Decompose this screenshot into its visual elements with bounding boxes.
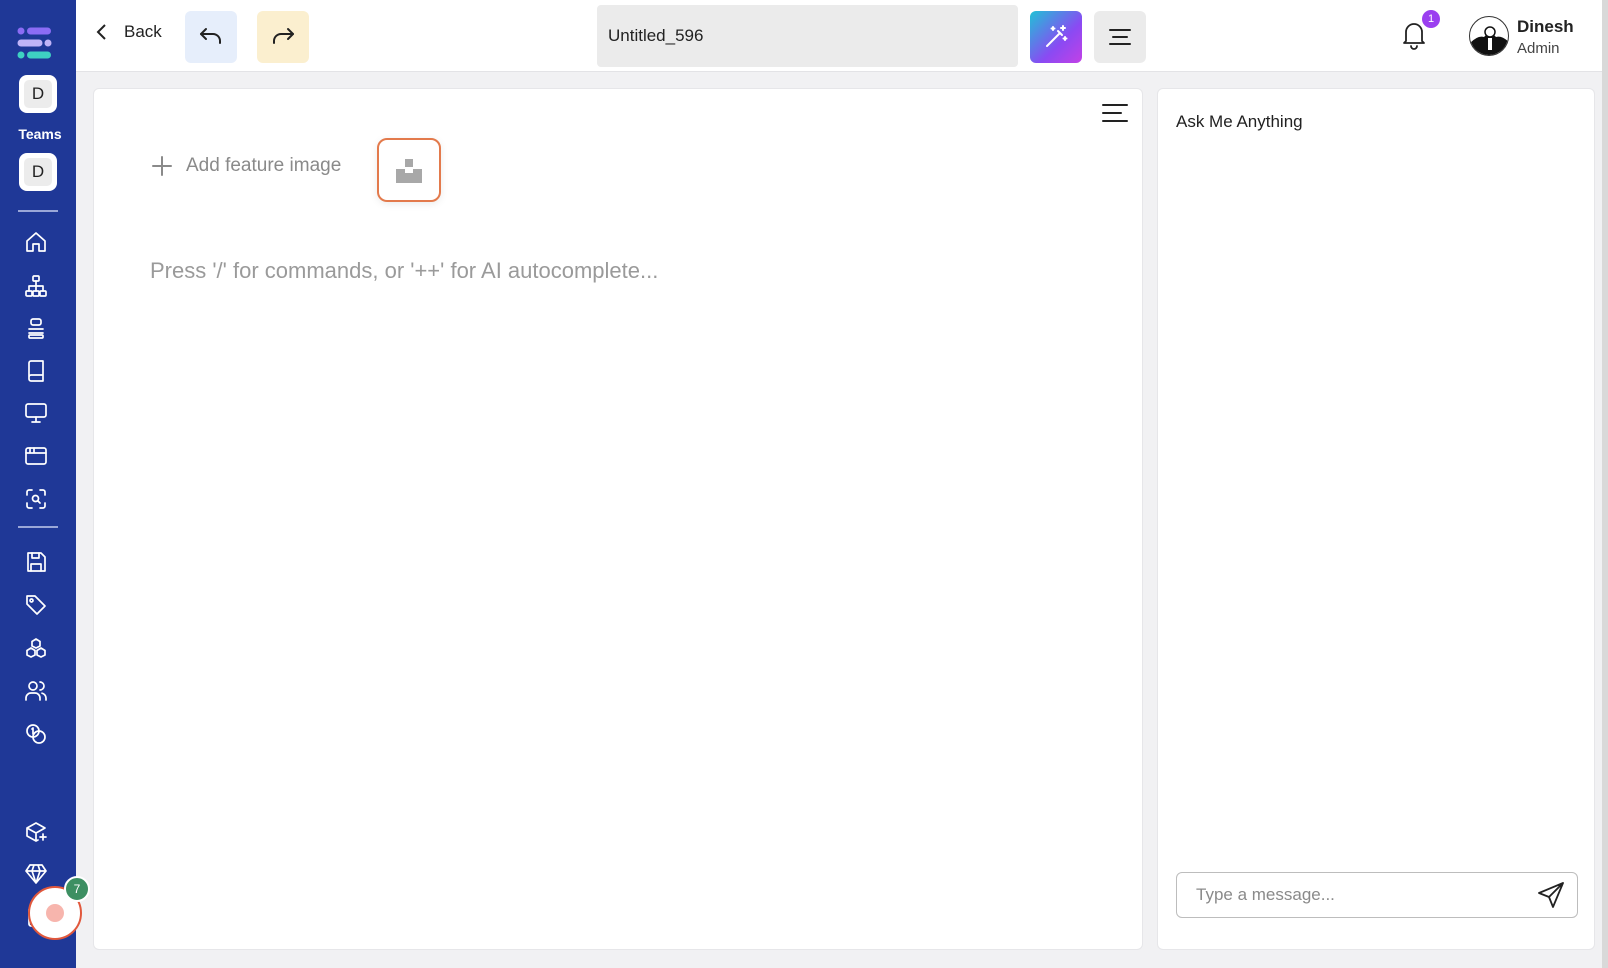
magic-wand-icon: [1046, 25, 1068, 47]
send-button[interactable]: [1535, 879, 1567, 911]
scan-search-icon[interactable]: [22, 485, 50, 513]
ai-magic-button[interactable]: [1030, 11, 1082, 63]
notification-count-badge: 1: [1422, 10, 1440, 28]
editor-placeholder-text[interactable]: Press '/' for commands, or '++' for AI a…: [150, 258, 658, 284]
diamond-icon[interactable]: [22, 860, 50, 888]
plus-icon: [152, 156, 172, 176]
box-plus-icon[interactable]: [22, 818, 50, 846]
chat-message-input[interactable]: [1196, 882, 1516, 908]
add-feature-image-label: Add feature image: [186, 155, 342, 176]
image-placeholder-icon: [396, 159, 422, 183]
record-dot: [46, 904, 64, 922]
sidebar-divider: [18, 526, 58, 528]
team-initial: D: [24, 80, 52, 108]
monitor-icon[interactable]: [22, 399, 50, 427]
menu-lines-icon: [1102, 104, 1128, 122]
menu-lines-icon: [1109, 29, 1131, 45]
avatar[interactable]: [1469, 16, 1509, 56]
tag-icon[interactable]: [22, 591, 50, 619]
feature-image-upload-button[interactable]: [377, 138, 441, 202]
align-menu-button[interactable]: [1094, 11, 1146, 63]
record-count-badge: 7: [64, 876, 90, 902]
sitemap-icon[interactable]: [22, 272, 50, 300]
redo-button[interactable]: [257, 11, 309, 63]
back-button[interactable]: Back: [92, 22, 162, 42]
editor-outline-button[interactable]: [1101, 102, 1129, 126]
book-icon[interactable]: [22, 357, 50, 385]
chevron-left-icon: [96, 24, 106, 40]
team-badge-top[interactable]: D: [19, 75, 57, 113]
teams-label: Teams: [18, 126, 62, 142]
sidebar-divider: [18, 210, 58, 212]
save-icon[interactable]: [22, 548, 50, 576]
page-scrollbar[interactable]: [1602, 0, 1608, 968]
back-label: Back: [124, 22, 162, 41]
undo-button[interactable]: [185, 11, 237, 63]
team-badge-bottom[interactable]: D: [19, 153, 57, 191]
send-icon: [1538, 882, 1564, 908]
user-name: Dinesh: [1517, 17, 1574, 36]
undo-icon: [200, 28, 221, 44]
app-logo[interactable]: [17, 26, 53, 60]
add-feature-image-button[interactable]: Add feature image: [150, 154, 341, 178]
browser-window-icon[interactable]: [22, 442, 50, 470]
user-role: Admin: [1517, 40, 1560, 57]
home-icon[interactable]: [22, 228, 50, 256]
sidebar: D Teams D 7: [0, 0, 90, 968]
users-icon[interactable]: [22, 677, 50, 705]
stack-icon[interactable]: [22, 314, 50, 342]
cubes-icon[interactable]: [22, 635, 50, 663]
coins-icon[interactable]: [22, 720, 50, 748]
chat-panel: [1157, 88, 1595, 950]
document-title-input[interactable]: [597, 5, 1018, 67]
redo-icon: [273, 28, 294, 44]
team-initial: D: [24, 158, 52, 186]
editor-panel: [93, 88, 1143, 950]
chat-title: Ask Me Anything: [1176, 112, 1303, 131]
